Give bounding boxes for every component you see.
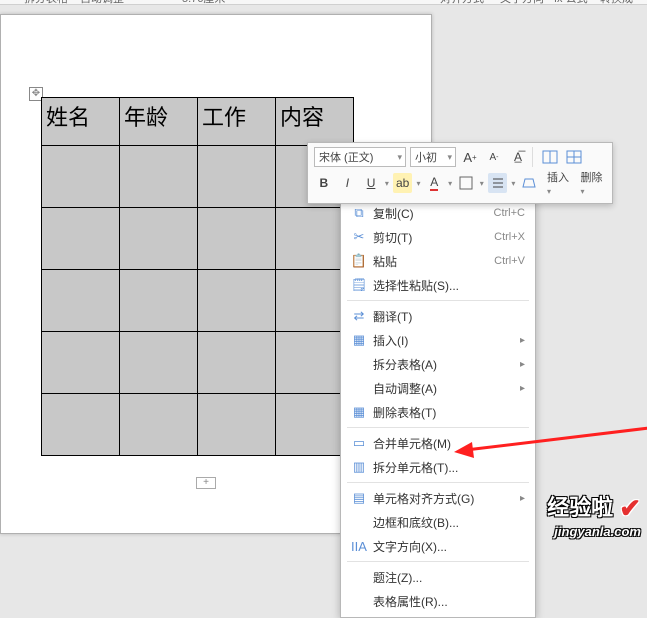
case-button[interactable]: A̲̅ bbox=[508, 147, 528, 167]
insert-dropdown[interactable]: 插入▾ bbox=[547, 169, 573, 197]
context-menu: ⧉ 复制(C) Ctrl+C ✂ 剪切(T) Ctrl+X 📋 粘贴 Ctrl+… bbox=[340, 196, 536, 618]
align-button[interactable] bbox=[488, 173, 508, 193]
copy-icon: ⧉ bbox=[349, 205, 369, 221]
ctx-cut[interactable]: ✂ 剪切(T) Ctrl+X bbox=[341, 225, 535, 249]
ribbon-fragments: 拆分表格 自动调整 5.76厘米 B 对齐方式 文字方向 fx 公式 转换成 bbox=[0, 0, 647, 14]
underline-button[interactable]: U bbox=[361, 173, 381, 193]
watermark-url: jingyanla.com bbox=[547, 524, 641, 539]
ctx-paste-special[interactable]: 🗒 选择性粘贴(S)... bbox=[341, 273, 535, 297]
table-header-cell[interactable]: 工作 bbox=[198, 98, 276, 146]
ctx-paste[interactable]: 📋 粘贴 Ctrl+V bbox=[341, 249, 535, 273]
paste-icon: 📋 bbox=[349, 253, 369, 269]
font-name-value: 宋体 (正文) bbox=[319, 149, 373, 165]
ribbon-convert[interactable]: 转换成 bbox=[600, 0, 633, 6]
ctx-text-direction[interactable]: IIA 文字方向(X)... bbox=[341, 534, 535, 558]
ctx-borders[interactable]: 边框和底纹(B)... bbox=[341, 510, 535, 534]
ribbon-auto-adjust[interactable]: 自动调整 bbox=[80, 0, 124, 6]
ctx-merge-cells[interactable]: ▭ 合并单元格(M) bbox=[341, 431, 535, 455]
watermark: 经验啦 ✔ jingyanla.com bbox=[547, 490, 641, 539]
delete-table-icon: ▦ bbox=[349, 404, 369, 420]
ctx-table-props[interactable]: 表格属性(R)... bbox=[341, 589, 535, 613]
align-icon: ▤ bbox=[349, 490, 369, 506]
watermark-brand: 经验啦 bbox=[547, 495, 613, 520]
add-row-button[interactable]: + bbox=[196, 477, 216, 489]
table-header-cell[interactable]: 内容 bbox=[276, 98, 354, 146]
mini-toolbar: 宋体 (正文) 小初 A+ A- A̲̅ B I U ▾ ab ▾ A ▾ ▾ … bbox=[307, 142, 613, 204]
ctx-autofit[interactable]: 自动调整(A) ▸ bbox=[341, 376, 535, 400]
ctx-caption[interactable]: 题注(Z)... bbox=[341, 565, 535, 589]
table-row bbox=[42, 208, 354, 270]
ribbon-split-table[interactable]: 拆分表格 bbox=[24, 0, 68, 6]
merge-cells-button[interactable] bbox=[540, 147, 560, 167]
ctx-delete-table[interactable]: ▦ 删除表格(T) bbox=[341, 400, 535, 424]
table-header-cell[interactable]: 姓名 bbox=[42, 98, 120, 146]
split-cells-icon: ▥ bbox=[349, 459, 369, 475]
font-name-select[interactable]: 宋体 (正文) bbox=[314, 147, 406, 167]
paste-special-icon: 🗒 bbox=[349, 277, 369, 293]
check-icon: ✔ bbox=[619, 493, 641, 523]
submenu-arrow-icon: ▸ bbox=[520, 493, 525, 504]
font-color-button[interactable]: A bbox=[424, 173, 444, 193]
insert-icon: ▦ bbox=[349, 332, 369, 348]
text-direction-icon: IIA bbox=[349, 539, 369, 554]
ribbon-fx[interactable]: fx 公式 bbox=[554, 0, 588, 6]
table-row bbox=[42, 394, 354, 456]
ctx-cell-align[interactable]: ▤ 单元格对齐方式(G) ▸ bbox=[341, 486, 535, 510]
bold-button[interactable]: B bbox=[314, 173, 334, 193]
highlight-button[interactable]: ab bbox=[393, 173, 413, 193]
decrease-font-button[interactable]: A- bbox=[484, 147, 504, 167]
font-size-value: 小初 bbox=[415, 149, 437, 165]
ctx-translate[interactable]: ⇄ 翻译(T) bbox=[341, 304, 535, 328]
ribbon-dimension[interactable]: 5.76厘米 bbox=[182, 0, 225, 6]
italic-button[interactable]: I bbox=[338, 173, 358, 193]
ctx-insert[interactable]: ▦ 插入(I) ▸ bbox=[341, 328, 535, 352]
submenu-arrow-icon: ▸ bbox=[520, 359, 525, 370]
font-size-select[interactable]: 小初 bbox=[410, 147, 456, 167]
delete-dropdown[interactable]: 删除▾ bbox=[580, 169, 606, 197]
ctx-split-table[interactable]: 拆分表格(A) ▸ bbox=[341, 352, 535, 376]
table-header-cell[interactable]: 年龄 bbox=[120, 98, 198, 146]
ctx-split-cells[interactable]: ▥ 拆分单元格(T)... bbox=[341, 455, 535, 479]
scissors-icon: ✂ bbox=[349, 229, 369, 245]
ribbon-align[interactable]: 对齐方式 bbox=[440, 0, 484, 6]
submenu-arrow-icon: ▸ bbox=[520, 383, 525, 394]
table-row bbox=[42, 270, 354, 332]
merge-cells-icon: ▭ bbox=[349, 435, 369, 451]
increase-font-button[interactable]: A+ bbox=[460, 147, 480, 167]
ribbon-textdir[interactable]: 文字方向 bbox=[500, 0, 544, 6]
table-row: 姓名 年龄 工作 内容 bbox=[42, 98, 354, 146]
ctx-copy[interactable]: ⧉ 复制(C) Ctrl+C bbox=[341, 201, 535, 225]
submenu-arrow-icon: ▸ bbox=[520, 335, 525, 346]
table-row bbox=[42, 332, 354, 394]
translate-icon: ⇄ bbox=[349, 308, 369, 324]
split-cells-button[interactable] bbox=[564, 147, 584, 167]
border-button[interactable] bbox=[456, 173, 476, 193]
shading-button[interactable] bbox=[519, 173, 539, 193]
